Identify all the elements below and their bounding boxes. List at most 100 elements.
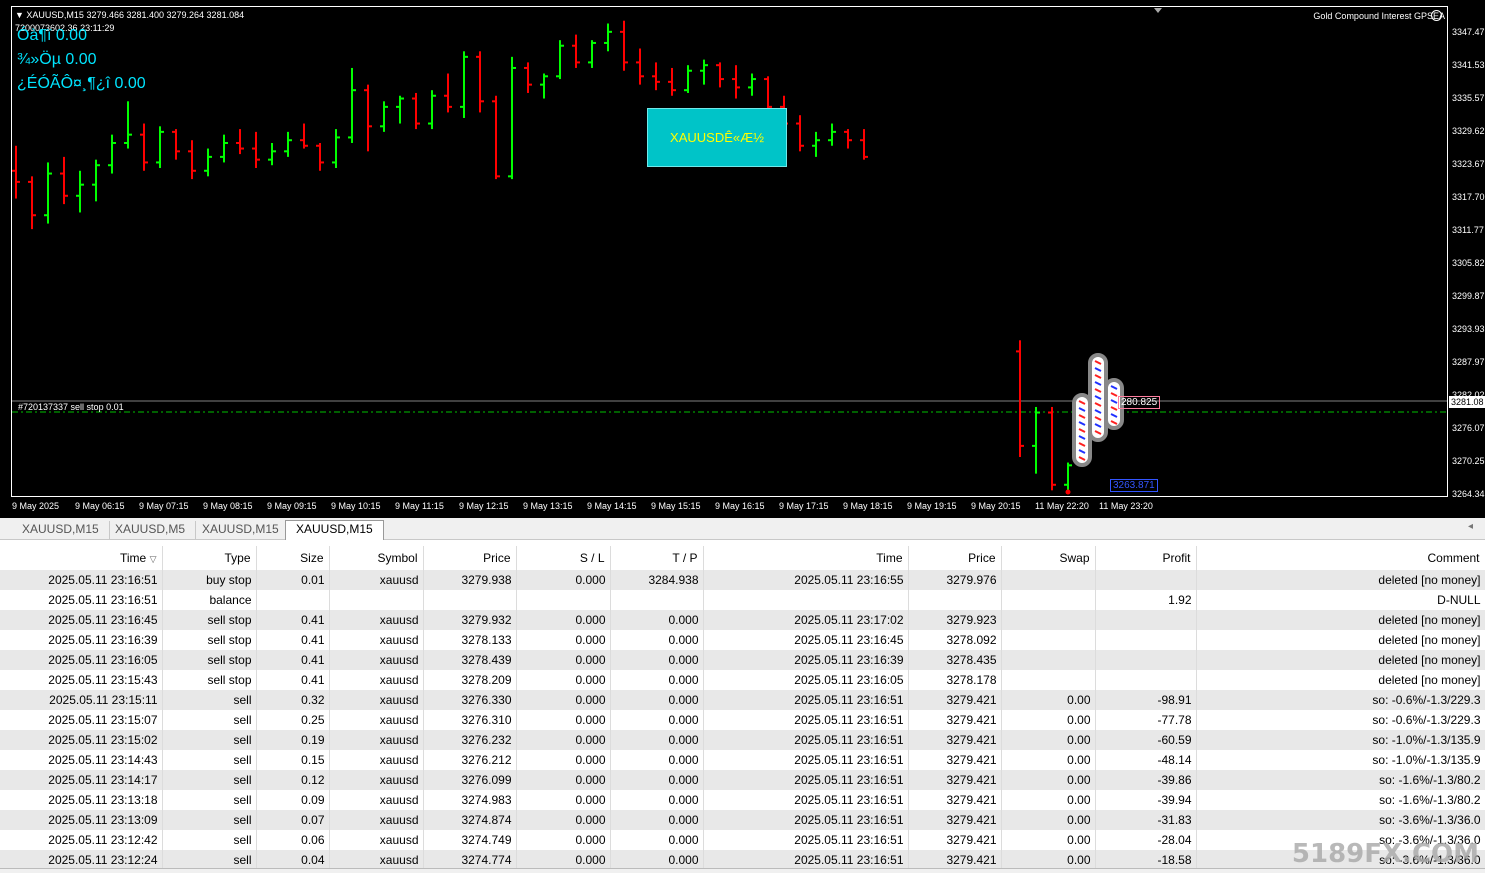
time-tick-label: 9 May 2025 bbox=[12, 501, 60, 511]
table-cell: 0.00 bbox=[1001, 690, 1096, 710]
time-tick-label: 9 May 06:15 bbox=[75, 501, 125, 511]
ohlc-bar bbox=[188, 140, 196, 180]
table-cell: xauusd bbox=[329, 770, 424, 790]
ohlc-bar bbox=[844, 129, 852, 149]
expert-advisor-name: Gold Compound Interest GPSEA bbox=[1313, 11, 1445, 21]
table-row[interactable]: 2025.05.11 23:14:43 sell 0.15 xauusd 3276.21… bbox=[0, 750, 1485, 770]
ohlc-bar bbox=[716, 62, 724, 88]
table-cell: xauusd bbox=[329, 850, 424, 870]
table-cell: 0.09 bbox=[256, 790, 330, 810]
table-row[interactable]: 2025.05.11 23:16:51 buy stop 0.01 xauusd 327… bbox=[0, 570, 1485, 590]
table-row[interactable]: 2025.05.11 23:14:17 sell 0.12 xauusd 3276.09… bbox=[0, 770, 1485, 790]
table-cell: deleted [no money] bbox=[1196, 610, 1485, 630]
ohlc-bar bbox=[668, 67, 676, 96]
table-cell: sell bbox=[162, 770, 257, 790]
table-cell: 0.000 bbox=[610, 610, 704, 630]
col-header-sl[interactable]: S / L bbox=[516, 546, 611, 570]
table-cell: 3276.099 bbox=[423, 770, 517, 790]
table-row[interactable]: 2025.05.11 23:16:39 sell stop 0.41 xauusd 32… bbox=[0, 630, 1485, 650]
table-cell bbox=[1001, 630, 1096, 650]
ohlc-bar bbox=[204, 148, 212, 177]
table-cell: 3279.421 bbox=[908, 770, 1002, 790]
time-tick-label: 9 May 11:15 bbox=[395, 501, 444, 511]
time-tick-label: 11 May 23:20 bbox=[1099, 501, 1153, 511]
ohlc-bar bbox=[828, 123, 836, 146]
ohlc-bar bbox=[508, 56, 516, 180]
ohlc-bar bbox=[860, 129, 868, 160]
table-cell: 3276.232 bbox=[423, 730, 517, 750]
ohlc-bar bbox=[28, 176, 36, 230]
collapse-triangle-icon[interactable]: ▼ bbox=[15, 10, 26, 20]
ohlc-bar bbox=[652, 62, 660, 91]
table-row[interactable]: 2025.05.11 23:12:24 sell 0.04 xauusd 3274.77… bbox=[0, 850, 1485, 870]
col-header-size[interactable]: Size bbox=[256, 546, 330, 570]
table-cell: 0.000 bbox=[516, 570, 611, 590]
chart-tab-1[interactable]: XAUUSD,M15 bbox=[12, 521, 110, 539]
table-cell: xauusd bbox=[329, 810, 424, 830]
ohlc-bar bbox=[764, 76, 772, 113]
close-all-button[interactable]: XAUUSDÊ«Æ½ bbox=[647, 108, 787, 167]
table-cell: -39.86 bbox=[1095, 770, 1197, 790]
table-cell: 0.000 bbox=[610, 650, 704, 670]
info-line-margin: ¿ÉÓÃÔ¤¸¶¿î 0.00 bbox=[17, 75, 146, 92]
table-row[interactable]: 2025.05.11 23:16:45 sell stop 0.41 xauusd 32… bbox=[0, 610, 1485, 630]
table-cell: 0.06 bbox=[256, 830, 330, 850]
col-header-close-price[interactable]: Price bbox=[908, 546, 1002, 570]
table-cell: sell bbox=[162, 730, 257, 750]
table-cell bbox=[610, 590, 704, 610]
col-header-profit[interactable]: Profit bbox=[1095, 546, 1197, 570]
table-cell: 3276.310 bbox=[423, 710, 517, 730]
tab-scroll-arrow-icon[interactable]: ◂ bbox=[1468, 521, 1473, 532]
price-chart[interactable]: ▼ XAUUSD,M15 3279.466 3281.400 3279.264 … bbox=[0, 0, 1485, 518]
chart-tab-4[interactable]: XAUUSD,M15 bbox=[285, 520, 384, 540]
table-cell: 2025.05.11 23:16:51 bbox=[0, 570, 163, 590]
table-row[interactable]: 2025.05.11 23:12:42 sell 0.06 xauusd 3274.74… bbox=[0, 830, 1485, 850]
col-header-comment[interactable]: Comment bbox=[1196, 546, 1485, 570]
table-row[interactable]: 2025.05.11 23:13:09 sell 0.07 xauusd 3274.87… bbox=[0, 810, 1485, 830]
table-cell: xauusd bbox=[329, 630, 424, 650]
time-tick-label: 9 May 16:15 bbox=[715, 501, 765, 511]
table-cell: sell stop bbox=[162, 650, 257, 670]
col-header-time[interactable]: Time ▽ bbox=[0, 546, 163, 570]
table-cell: 2025.05.11 23:16:51 bbox=[703, 730, 909, 750]
table-cell: 2025.05.11 23:16:51 bbox=[703, 770, 909, 790]
price-tick-label: 3299.87 bbox=[1452, 291, 1485, 301]
col-header-type[interactable]: Type bbox=[162, 546, 257, 570]
table-row[interactable]: 2025.05.11 23:15:11 sell 0.32 xauusd 3276.33… bbox=[0, 690, 1485, 710]
table-row[interactable]: 2025.05.11 23:16:05 sell stop 0.41 xauusd 32… bbox=[0, 650, 1485, 670]
table-row[interactable]: 2025.05.11 23:15:07 sell 0.25 xauusd 3276.31… bbox=[0, 710, 1485, 730]
col-header-price[interactable]: Price bbox=[423, 546, 517, 570]
table-cell: 2025.05.11 23:16:51 bbox=[0, 590, 163, 610]
chart-tab-3[interactable]: XAUUSD,M15 bbox=[192, 521, 290, 539]
table-cell: 0.000 bbox=[516, 670, 611, 690]
ohlc-bar bbox=[556, 40, 564, 80]
table-cell: 2025.05.11 23:15:02 bbox=[0, 730, 163, 750]
ea-smiley-icon[interactable] bbox=[1431, 10, 1442, 21]
history-table-container[interactable]: Time ▽ Type Size Symbol Price S / L T / … bbox=[0, 546, 1485, 873]
col-header-symbol[interactable]: Symbol bbox=[329, 546, 424, 570]
ohlc-bar bbox=[44, 162, 52, 224]
price-tick-label: 3293.93 bbox=[1452, 324, 1485, 334]
col-header-swap[interactable]: Swap bbox=[1001, 546, 1096, 570]
table-row[interactable]: 2025.05.11 23:13:18 sell 0.09 xauusd 3274.98… bbox=[0, 790, 1485, 810]
chart-tab-2[interactable]: XAUUSD,M5 bbox=[105, 521, 197, 539]
table-cell: sell bbox=[162, 790, 257, 810]
table-cell: 0.000 bbox=[516, 710, 611, 730]
table-cell: 3279.421 bbox=[908, 730, 1002, 750]
table-row[interactable]: 2025.05.11 23:15:02 sell 0.19 xauusd 3276.23… bbox=[0, 730, 1485, 750]
table-cell: xauusd bbox=[329, 830, 424, 850]
col-header-tp[interactable]: T / P bbox=[610, 546, 704, 570]
table-row[interactable]: 2025.05.11 23:15:43 sell stop 0.41 xauusd 32… bbox=[0, 670, 1485, 690]
table-cell: 0.00 bbox=[1001, 850, 1096, 870]
table-cell: xauusd bbox=[329, 650, 424, 670]
table-row[interactable]: 2025.05.11 23:16:51 balance 1.92 D-NULL bbox=[0, 590, 1485, 610]
table-cell: 3278.209 bbox=[423, 670, 517, 690]
chart-frame bbox=[11, 6, 1448, 497]
table-cell: xauusd bbox=[329, 750, 424, 770]
candlestick-chart-canvas[interactable] bbox=[0, 0, 1485, 518]
chart-tab-bar: XAUUSD,M15 XAUUSD,M5 XAUUSD,M15 XAUUSD,M… bbox=[0, 518, 1485, 540]
price-tick-label: 3282.02 bbox=[1452, 390, 1485, 400]
table-cell: so: -1.0%/-1.3/135.9 bbox=[1196, 750, 1485, 770]
table-cell: 3278.092 bbox=[908, 630, 1002, 650]
col-header-close-time[interactable]: Time bbox=[703, 546, 909, 570]
